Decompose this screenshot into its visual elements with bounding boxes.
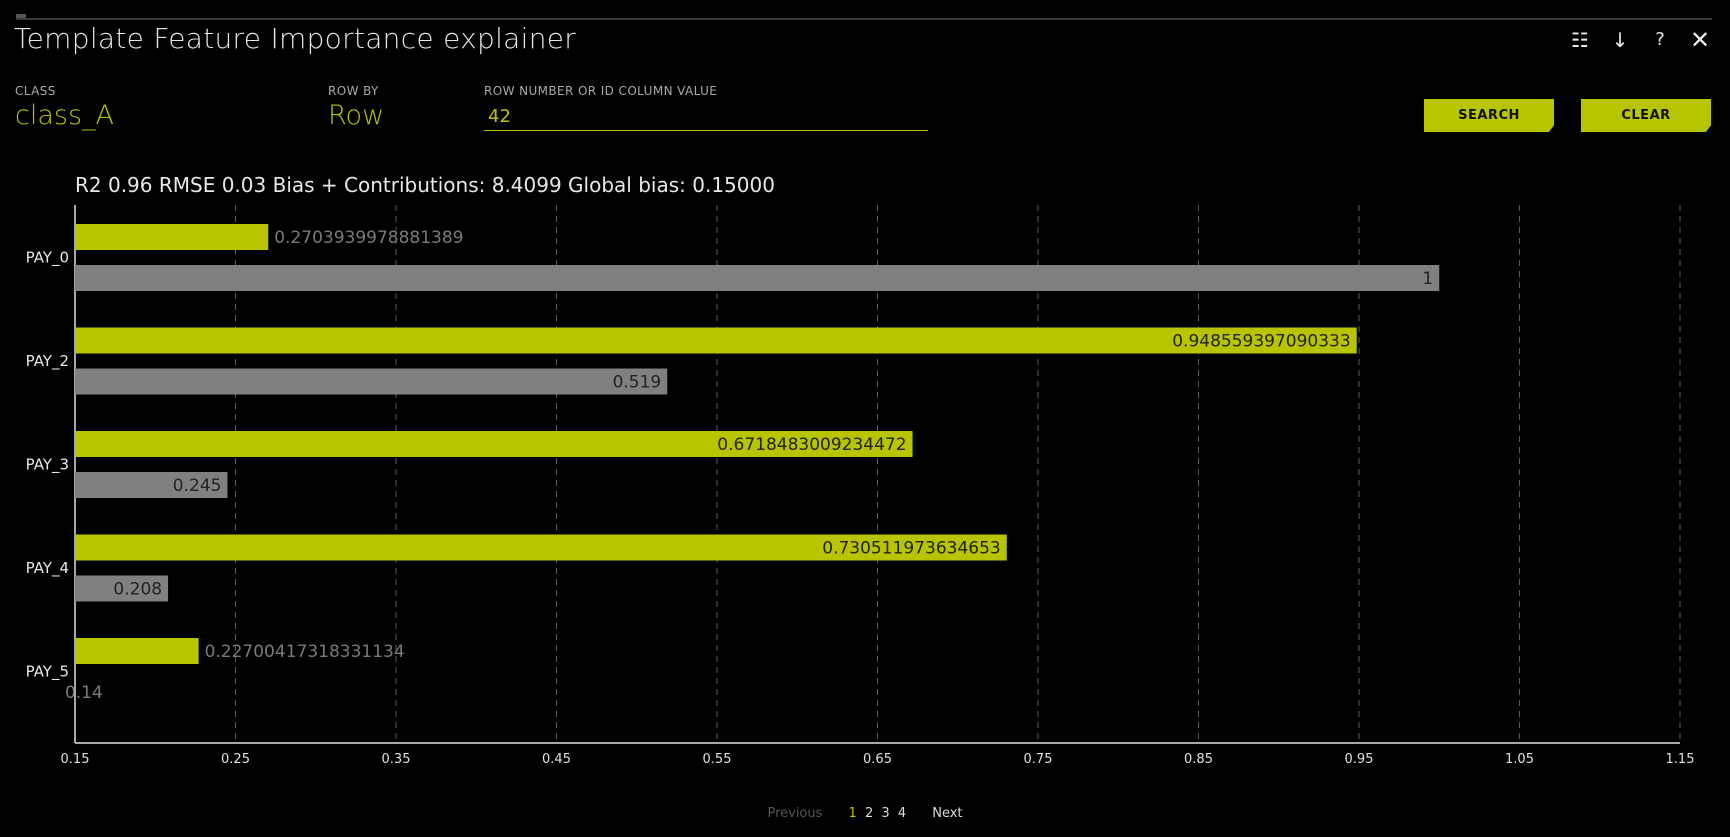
bar-value-label: 0.22700417318331134 xyxy=(205,642,405,662)
bar-value-label: 0.948559397090333 xyxy=(1172,332,1350,352)
row-by-label: ROW BY xyxy=(328,84,379,98)
top-divider xyxy=(16,18,1712,20)
row-by-selector[interactable]: ROW BY Row xyxy=(328,84,384,131)
x-tick-label: 0.45 xyxy=(542,752,571,767)
x-tick-label: 1.05 xyxy=(1505,752,1534,767)
help-icon[interactable]: ? xyxy=(1648,28,1672,52)
bar-value-label: 0.519 xyxy=(613,373,662,393)
bar-value-label: 0.208 xyxy=(113,580,162,600)
bar-value-label: 0.2703939978881389 xyxy=(274,228,463,248)
x-tick-label: 0.65 xyxy=(863,752,892,767)
bar-value-label: 0.14 xyxy=(65,683,103,703)
header-toolbar: ☷ ↓ ? ✕ xyxy=(1568,28,1712,52)
x-tick-label: 0.55 xyxy=(703,752,732,767)
previous-page-button[interactable]: Previous xyxy=(767,806,822,821)
model-metrics: R2 0.96 RMSE 0.03 Bias + Contributions: … xyxy=(75,173,775,197)
close-icon[interactable]: ✕ xyxy=(1688,28,1712,52)
bar-value-label: 1 xyxy=(1422,269,1433,289)
class-label: CLASS xyxy=(15,84,56,98)
list-icon[interactable]: ☷ xyxy=(1568,28,1592,52)
page-4-button[interactable]: 4 xyxy=(898,806,906,821)
pagination: Previous 1 2 3 4 Next xyxy=(0,806,1730,821)
contribution-bar xyxy=(75,327,1357,354)
x-tick-label: 0.75 xyxy=(1024,752,1053,767)
category-label: PAY_5 xyxy=(26,663,69,682)
row-number-field: ROW NUMBER OR ID COLUMN VALUE xyxy=(484,84,717,98)
bar-value-label: 0.6718483009234472 xyxy=(717,435,906,455)
row-number-input-wrapper xyxy=(484,104,936,131)
next-page-button[interactable]: Next xyxy=(932,806,962,821)
global-importance-bar xyxy=(75,265,1440,291)
category-label: PAY_3 xyxy=(26,456,69,475)
page-title: Template Feature Importance explainer xyxy=(14,22,577,55)
category-label: PAY_0 xyxy=(26,249,69,268)
category-label: PAY_4 xyxy=(26,559,69,578)
x-tick-label: 1.15 xyxy=(1666,752,1695,767)
search-button[interactable]: SEARCH xyxy=(1424,99,1554,132)
page-3-button[interactable]: 3 xyxy=(881,806,889,821)
x-tick-label: 0.25 xyxy=(221,752,250,767)
contribution-bar xyxy=(75,224,269,250)
contribution-bar xyxy=(75,638,199,664)
row-number-label: ROW NUMBER OR ID COLUMN VALUE xyxy=(484,84,718,98)
feature-importance-chart: 0.15 0.25 0.35 0.45 0.55 0.65 0.75 0.85 0.95 1.05… xyxy=(26,205,1695,767)
page-1-button[interactable]: 1 xyxy=(849,806,857,821)
row-by-value[interactable]: Row xyxy=(328,100,384,131)
x-tick-label: 0.95 xyxy=(1345,752,1374,767)
x-tick-label: 0.15 xyxy=(61,752,90,767)
bar-value-label: 0.245 xyxy=(173,476,222,496)
download-icon[interactable]: ↓ xyxy=(1608,28,1632,52)
clear-button[interactable]: CLEAR xyxy=(1581,99,1711,132)
top-divider-tab xyxy=(16,14,26,18)
global-importance-bar xyxy=(75,368,668,395)
x-tick-label: 0.85 xyxy=(1184,752,1213,767)
class-selector[interactable]: CLASS class_A xyxy=(15,84,114,131)
x-tick-label: 0.35 xyxy=(382,752,411,767)
page-2-button[interactable]: 2 xyxy=(865,806,873,821)
category-label: PAY_2 xyxy=(26,352,69,371)
row-number-input[interactable] xyxy=(484,104,936,128)
bar-value-label: 0.730511973634653 xyxy=(822,539,1000,559)
class-value[interactable]: class_A xyxy=(15,100,114,131)
